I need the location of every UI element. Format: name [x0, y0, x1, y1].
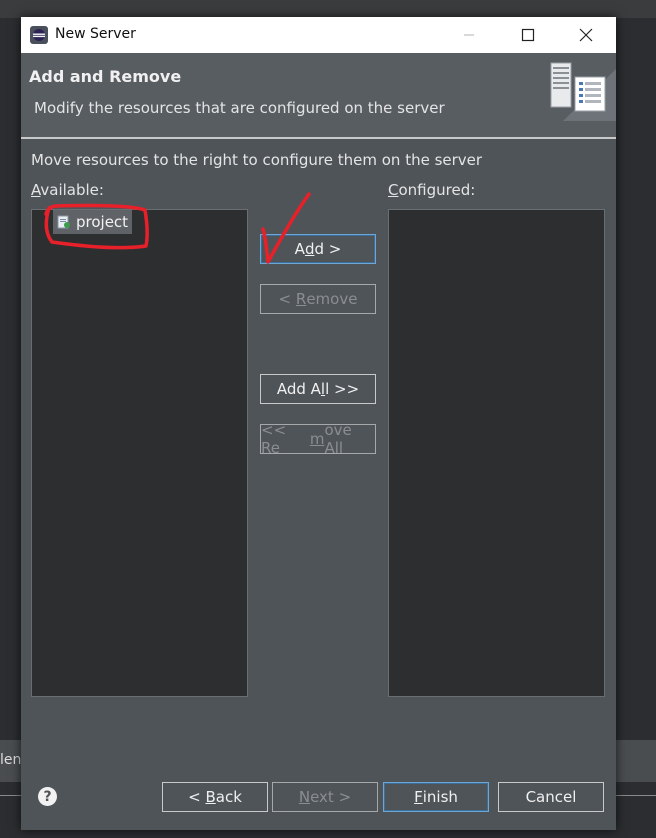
- minimize-button[interactable]: [446, 17, 492, 53]
- help-button[interactable]: ?: [38, 787, 57, 806]
- next-button[interactable]: Next >: [272, 782, 378, 812]
- background-text: len: [0, 752, 22, 768]
- configured-label: Configured:: [388, 181, 476, 199]
- page-description: Modify the resources that are configured…: [34, 99, 445, 117]
- maximize-icon: [521, 28, 535, 42]
- finish-button[interactable]: Finish: [383, 782, 489, 812]
- window-title: New Server: [55, 26, 136, 42]
- back-button[interactable]: < Back: [162, 782, 268, 812]
- maximize-button[interactable]: [505, 17, 551, 53]
- background-app-toolbar: [0, 0, 656, 18]
- header-separator: [21, 137, 616, 139]
- close-button[interactable]: [563, 17, 609, 53]
- page-title: Add and Remove: [29, 67, 182, 86]
- project-icon: [57, 215, 70, 229]
- add-all-button[interactable]: Add All >>: [260, 374, 376, 404]
- new-server-dialog: New Server Add and Remove Modify the res…: [21, 17, 616, 830]
- instruction-text: Move resources to the right to configure…: [31, 151, 483, 169]
- remove-button[interactable]: < Remove: [260, 284, 376, 314]
- cancel-button[interactable]: Cancel: [498, 782, 604, 812]
- minimize-icon: [464, 34, 474, 36]
- list-item-label: project: [76, 213, 129, 231]
- add-button[interactable]: Add >: [260, 234, 376, 264]
- remove-all-button[interactable]: << Re m ove All: [260, 421, 376, 457]
- available-label: Available:: [31, 181, 104, 199]
- close-icon: [579, 28, 593, 42]
- server-banner-icon: [550, 62, 616, 121]
- wizard-header: Add and Remove Modify the resources that…: [21, 53, 616, 137]
- eclipse-icon: [30, 26, 48, 44]
- configured-list[interactable]: [388, 209, 605, 697]
- title-bar[interactable]: New Server: [21, 17, 616, 53]
- help-icon: ?: [43, 788, 52, 805]
- list-item-project[interactable]: project: [53, 210, 133, 234]
- available-list[interactable]: project: [31, 209, 248, 697]
